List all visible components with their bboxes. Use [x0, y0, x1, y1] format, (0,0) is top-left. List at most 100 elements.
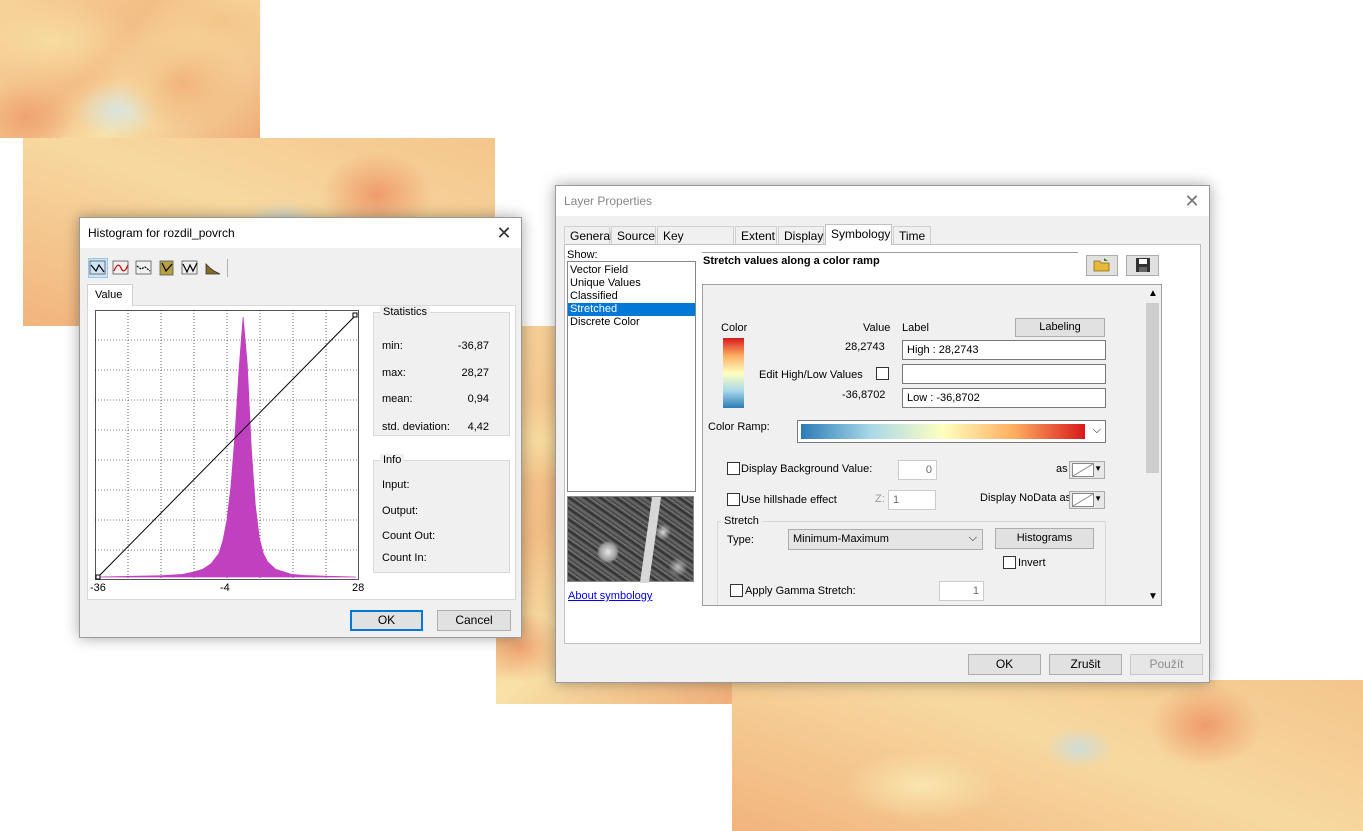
- scroll-down-icon[interactable]: ▼: [1148, 591, 1158, 602]
- hillshade-checkbox[interactable]: [727, 493, 740, 506]
- background-value-checkbox[interactable]: [727, 462, 740, 475]
- layer-properties-dialog: Layer Properties ✕ General Source Key Me…: [555, 185, 1210, 683]
- labeling-button[interactable]: Labeling: [1015, 318, 1105, 337]
- map-raster-tile: [732, 680, 1363, 831]
- chevron-down-icon: ⌵: [1092, 424, 1101, 436]
- stat-value: 0,94: [467, 393, 489, 405]
- layer-properties-titlebar: Layer Properties ✕: [556, 186, 1209, 216]
- statistics-title: Statistics: [380, 306, 431, 318]
- gamma-field[interactable]: 1: [939, 581, 984, 601]
- tab-source[interactable]: Source: [611, 226, 656, 244]
- x-tick-label: 28: [352, 582, 365, 594]
- histogram-chart[interactable]: [95, 310, 359, 580]
- color-ramp-swatch[interactable]: [723, 338, 744, 408]
- stretch-type-value: Minimum-Maximum: [793, 533, 889, 545]
- stretch-header: Stretch values along a color ramp: [703, 255, 880, 267]
- color-ramp-dropdown[interactable]: ⌵: [797, 420, 1106, 443]
- info-group: Info Input: Output: Count Out: Count In:: [373, 454, 510, 573]
- histogram-tool-icon[interactable]: [203, 258, 223, 278]
- show-list-item[interactable]: Unique Values: [568, 277, 695, 290]
- dotted-curve-tool-icon[interactable]: [134, 258, 154, 278]
- clip-tool-icon[interactable]: [157, 258, 177, 278]
- high-label-field[interactable]: High : 28,2743: [902, 340, 1106, 360]
- tab-symbology[interactable]: Symbology: [825, 224, 892, 245]
- close-icon[interactable]: ✕: [493, 222, 515, 244]
- scroll-up-icon[interactable]: ▲: [1148, 288, 1158, 299]
- ok-button[interactable]: OK: [968, 654, 1041, 675]
- ok-button[interactable]: OK: [350, 610, 423, 631]
- no-color-icon: [1072, 463, 1094, 477]
- curve-tool-icon[interactable]: [111, 258, 131, 278]
- cancel-button[interactable]: Cancel: [437, 610, 511, 631]
- edit-high-low-label: Edit High/Low Values: [759, 369, 863, 381]
- info-label: Count In:: [382, 552, 427, 564]
- tab-time[interactable]: Time: [893, 226, 931, 244]
- no-color-icon: [1072, 493, 1094, 507]
- show-list-item[interactable]: Discrete Color: [568, 316, 695, 329]
- tab-value[interactable]: Value: [87, 284, 133, 306]
- show-list[interactable]: Vector Field Unique Values Classified Stret…: [567, 261, 696, 492]
- as-label: as: [1056, 463, 1068, 475]
- z-factor-field[interactable]: 1: [888, 490, 936, 510]
- value-column-header: Value: [863, 322, 891, 334]
- open-folder-button[interactable]: [1086, 255, 1118, 276]
- x-axis-ticks: -36 -4 28: [80, 580, 380, 594]
- stretch-title: Stretch: [721, 515, 762, 527]
- tab-extent[interactable]: Extent: [735, 226, 777, 244]
- stat-value: 28,27: [461, 367, 489, 379]
- chevron-down-icon: ⌵: [968, 532, 977, 544]
- toolbar-separator: [227, 259, 228, 277]
- stat-value: 4,42: [467, 421, 489, 433]
- edit-high-low-checkbox[interactable]: [876, 367, 889, 380]
- histograms-button[interactable]: Histograms: [995, 528, 1094, 549]
- stat-label: mean:: [382, 393, 413, 405]
- chevron-down-icon: ▼: [1094, 464, 1102, 473]
- show-list-item[interactable]: Classified: [568, 290, 695, 303]
- mid-label-field[interactable]: [902, 364, 1106, 384]
- invert-label: Invert: [1018, 557, 1046, 569]
- header-divider: [702, 252, 1078, 253]
- cancel-button[interactable]: Zrušit: [1049, 654, 1122, 675]
- nodata-color-picker[interactable]: ▼: [1069, 491, 1105, 509]
- low-label-field[interactable]: Low : -36,8702: [902, 388, 1106, 408]
- info-title: Info: [380, 454, 405, 466]
- stretch-handle-max: [352, 312, 358, 318]
- wave-tool-icon[interactable]: [180, 258, 200, 278]
- nodata-label: Display NoData as: [980, 492, 1072, 504]
- map-raster-tile: [0, 0, 260, 138]
- histogram-title: Histogram for rozdil_povrch: [88, 226, 235, 240]
- road: [639, 497, 662, 583]
- show-list-item[interactable]: Stretched: [568, 303, 695, 316]
- tab-key-metadata[interactable]: Key Metadata: [657, 226, 734, 257]
- stat-label: max:: [382, 367, 406, 379]
- save-button[interactable]: [1126, 255, 1159, 276]
- hillshade-label: Use hillshade effect: [741, 494, 837, 506]
- symbology-panel: ▲ ▼ Color Value Label Labeling 28,2743 H…: [702, 284, 1162, 606]
- invert-checkbox[interactable]: [1003, 556, 1016, 569]
- scrollbar[interactable]: ▲ ▼: [1144, 285, 1161, 605]
- background-value-field[interactable]: 0: [898, 460, 937, 480]
- tab-general[interactable]: General: [564, 226, 613, 244]
- show-list-item[interactable]: Vector Field: [568, 264, 695, 277]
- low-value: -36,8702: [842, 389, 886, 401]
- gamma-checkbox[interactable]: [730, 584, 743, 597]
- background-color-picker[interactable]: ▼: [1069, 461, 1105, 479]
- statistics-group: Statistics min: -36,87 max: 28,27 mean: 0,94 s…: [373, 306, 510, 436]
- stretch-handle-min: [95, 574, 101, 580]
- stat-label: std. deviation:: [382, 421, 450, 433]
- linear-tool-icon[interactable]: [88, 258, 108, 278]
- stretch-type-select[interactable]: Minimum-Maximum ⌵: [788, 529, 983, 550]
- apply-button[interactable]: Použít: [1130, 654, 1203, 675]
- histogram-dialog: Histogram for rozdil_povrch ✕ Value -36-…: [79, 217, 522, 638]
- stat-value: -36,87: [457, 340, 489, 352]
- tab-display[interactable]: Display: [778, 226, 824, 244]
- high-value: 28,2743: [845, 341, 885, 353]
- scroll-thumb[interactable]: [1146, 303, 1159, 473]
- close-icon[interactable]: ✕: [1181, 190, 1203, 212]
- layer-properties-title: Layer Properties: [564, 194, 653, 208]
- x-tick-label: -36: [90, 582, 106, 594]
- about-symbology-link[interactable]: About symbology: [568, 590, 652, 602]
- symbology-preview-image: [567, 496, 694, 583]
- save-icon: [1135, 258, 1150, 272]
- z-label: Z:: [875, 493, 885, 505]
